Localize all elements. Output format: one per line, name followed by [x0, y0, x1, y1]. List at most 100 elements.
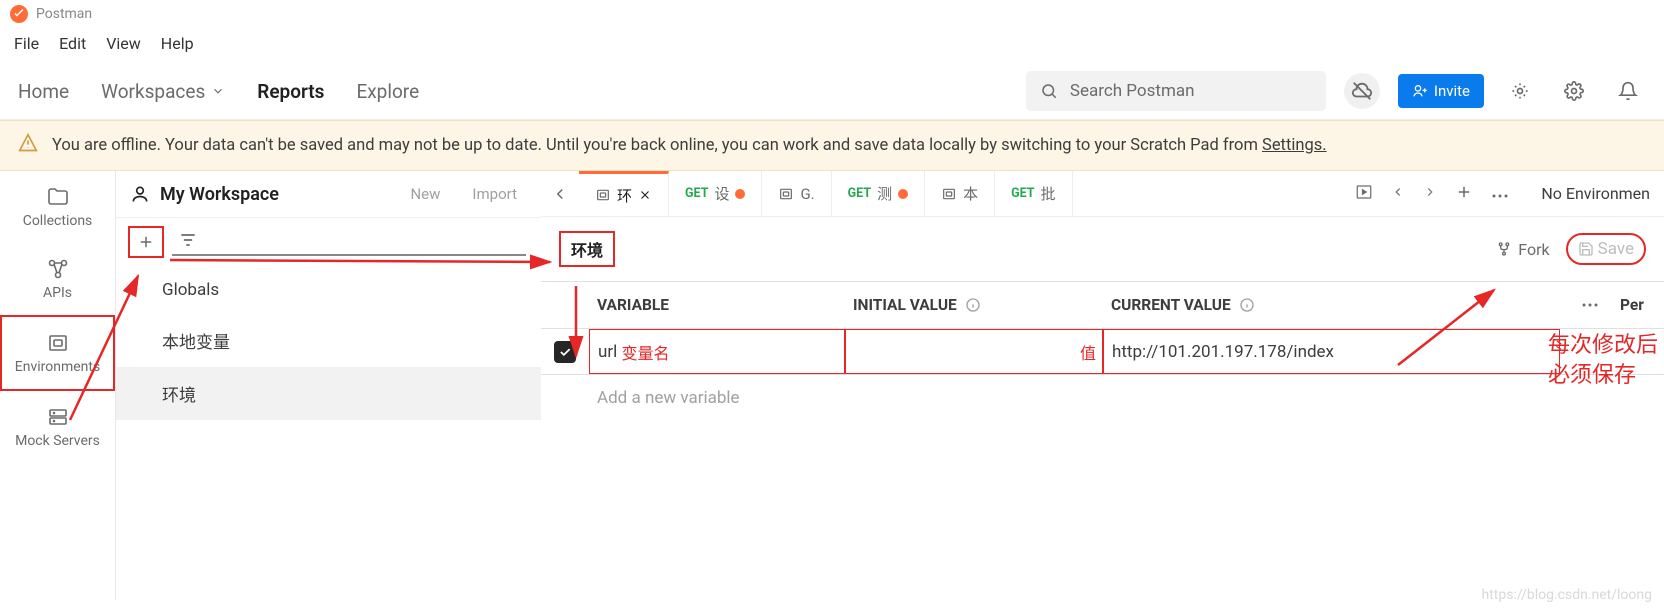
offline-banner: You are offline. Your data can't be save…	[0, 120, 1664, 171]
search-input[interactable]: Search Postman	[1026, 71, 1326, 111]
nav-reports[interactable]: Reports	[257, 80, 324, 103]
tab-globals[interactable]: G.	[762, 171, 831, 217]
banner-settings-link[interactable]: Settings.	[1262, 136, 1327, 155]
table-header: VARIABLE INITIAL VALUE CURRENT VALUE Per	[541, 282, 1664, 328]
sidebar-item-collections[interactable]: Collections	[0, 171, 115, 243]
top-nav: Home Workspaces Reports Explore Search P…	[0, 63, 1664, 120]
menu-help[interactable]: Help	[161, 34, 194, 53]
row-checkbox[interactable]	[554, 341, 576, 363]
fork-icon	[1496, 241, 1512, 257]
capture-icon[interactable]	[1502, 73, 1538, 109]
env-item-env[interactable]: 环境	[116, 367, 541, 420]
api-icon	[46, 257, 70, 281]
unsaved-dot-icon	[898, 189, 908, 199]
col-variable: VARIABLE	[589, 296, 845, 314]
folder-icon	[46, 185, 70, 209]
notifications-icon[interactable]	[1610, 73, 1646, 109]
invite-button[interactable]: Invite	[1398, 74, 1484, 108]
tab-get-1[interactable]: GET 设	[669, 171, 762, 217]
person-icon	[130, 184, 150, 204]
filter-icon	[178, 230, 198, 250]
filter-button[interactable]	[178, 230, 198, 254]
table-row: url 变量名 值 http://101.201.197.178/index	[541, 328, 1664, 374]
postman-logo-icon	[10, 5, 28, 23]
runner-icon[interactable]	[1355, 183, 1373, 205]
main-area: 环 GET 设 G. GET 测 本 GET	[541, 171, 1664, 600]
watermark: https://blog.csdn.net/loong	[1481, 587, 1652, 603]
settings-icon[interactable]	[1556, 73, 1592, 109]
environment-name-label[interactable]: 环境	[559, 231, 615, 267]
workspace-selector[interactable]: My Workspace	[130, 184, 388, 205]
fork-button[interactable]: Fork	[1496, 240, 1549, 259]
annotation-varname: 变量名	[622, 340, 670, 364]
save-button[interactable]: Save	[1566, 233, 1646, 265]
tab-get-3[interactable]: GET 批	[995, 171, 1072, 217]
check-icon	[558, 345, 572, 359]
tab-back-button[interactable]	[541, 185, 579, 203]
tabs-bar: 环 GET 设 G. GET 测 本 GET	[541, 171, 1664, 217]
environment-icon	[46, 331, 70, 355]
tab-options-icon[interactable]	[1491, 184, 1509, 203]
menu-view[interactable]: View	[106, 34, 141, 53]
add-environment-button[interactable]	[128, 226, 164, 258]
close-icon[interactable]	[638, 188, 652, 202]
col-current: CURRENT VALUE	[1103, 296, 1560, 314]
person-add-icon	[1412, 83, 1428, 99]
sidebar-item-environments[interactable]: Environments	[0, 315, 115, 391]
annotation-save-note: 每次修改后 必须保存	[1548, 331, 1658, 390]
environments-panel: My Workspace New Import Globals 本地变量 环境	[116, 171, 541, 600]
col-more[interactable]	[1560, 302, 1620, 308]
tab-next-icon[interactable]	[1423, 184, 1437, 203]
env-item-globals[interactable]: Globals	[116, 266, 541, 314]
banner-text: You are offline. Your data can't be save…	[52, 136, 1327, 155]
method-badge: GET	[848, 186, 871, 201]
warning-icon	[18, 133, 38, 158]
annotation-value: 值	[1080, 340, 1102, 364]
menu-file[interactable]: File	[14, 34, 39, 53]
more-icon	[1581, 302, 1599, 308]
variables-table: VARIABLE INITIAL VALUE CURRENT VALUE Per	[541, 281, 1664, 420]
new-button[interactable]: New	[400, 179, 450, 209]
current-value-input[interactable]: http://101.201.197.178/index	[1103, 329, 1560, 374]
method-badge: GET	[1011, 186, 1034, 201]
method-badge: GET	[685, 186, 708, 201]
unsaved-dot-icon	[735, 189, 745, 199]
initial-value-input[interactable]: 值	[845, 329, 1103, 374]
search-icon	[1040, 82, 1058, 100]
import-button[interactable]: Import	[462, 179, 527, 209]
title-bar: Postman	[0, 0, 1664, 28]
arrow-left-icon	[551, 185, 569, 203]
menu-bar: File Edit View Help	[0, 28, 1664, 63]
nav-home[interactable]: Home	[18, 80, 69, 103]
env-item-local[interactable]: 本地变量	[116, 314, 541, 367]
app-title: Postman	[36, 6, 92, 22]
environment-icon	[941, 186, 957, 202]
cloud-offline-icon[interactable]	[1344, 73, 1380, 109]
tab-env[interactable]: 环	[579, 171, 669, 217]
sidebar-item-mock-servers[interactable]: Mock Servers	[0, 391, 115, 463]
sidebar-item-apis[interactable]: APIs	[0, 243, 115, 315]
col-persist: Per	[1620, 296, 1664, 314]
variable-name-input[interactable]: url 变量名	[589, 329, 845, 374]
table-row-add[interactable]: Add a new variable	[541, 374, 1664, 420]
tab-get-2[interactable]: GET 测	[832, 171, 925, 217]
nav-workspaces[interactable]: Workspaces	[101, 80, 225, 103]
tab-prev-icon[interactable]	[1391, 184, 1405, 203]
environment-icon	[595, 187, 611, 203]
menu-edit[interactable]: Edit	[59, 34, 86, 53]
plus-icon	[137, 233, 155, 251]
save-icon	[1578, 241, 1594, 257]
editor-header: 环境 Fork Save	[541, 217, 1664, 281]
tab-local[interactable]: 本	[925, 171, 995, 217]
info-icon[interactable]	[965, 297, 981, 313]
server-icon	[46, 405, 70, 429]
col-initial: INITIAL VALUE	[845, 296, 1103, 314]
add-variable-placeholder: Add a new variable	[589, 388, 845, 408]
chevron-down-icon	[211, 84, 225, 98]
environment-selector[interactable]: No Environmen	[1527, 184, 1650, 203]
new-tab-button[interactable]	[1455, 183, 1473, 205]
sidebar-icons: Collections APIs Environments Mock Serve…	[0, 171, 116, 600]
environment-icon	[778, 186, 794, 202]
nav-explore[interactable]: Explore	[356, 80, 419, 103]
info-icon[interactable]	[1239, 297, 1255, 313]
